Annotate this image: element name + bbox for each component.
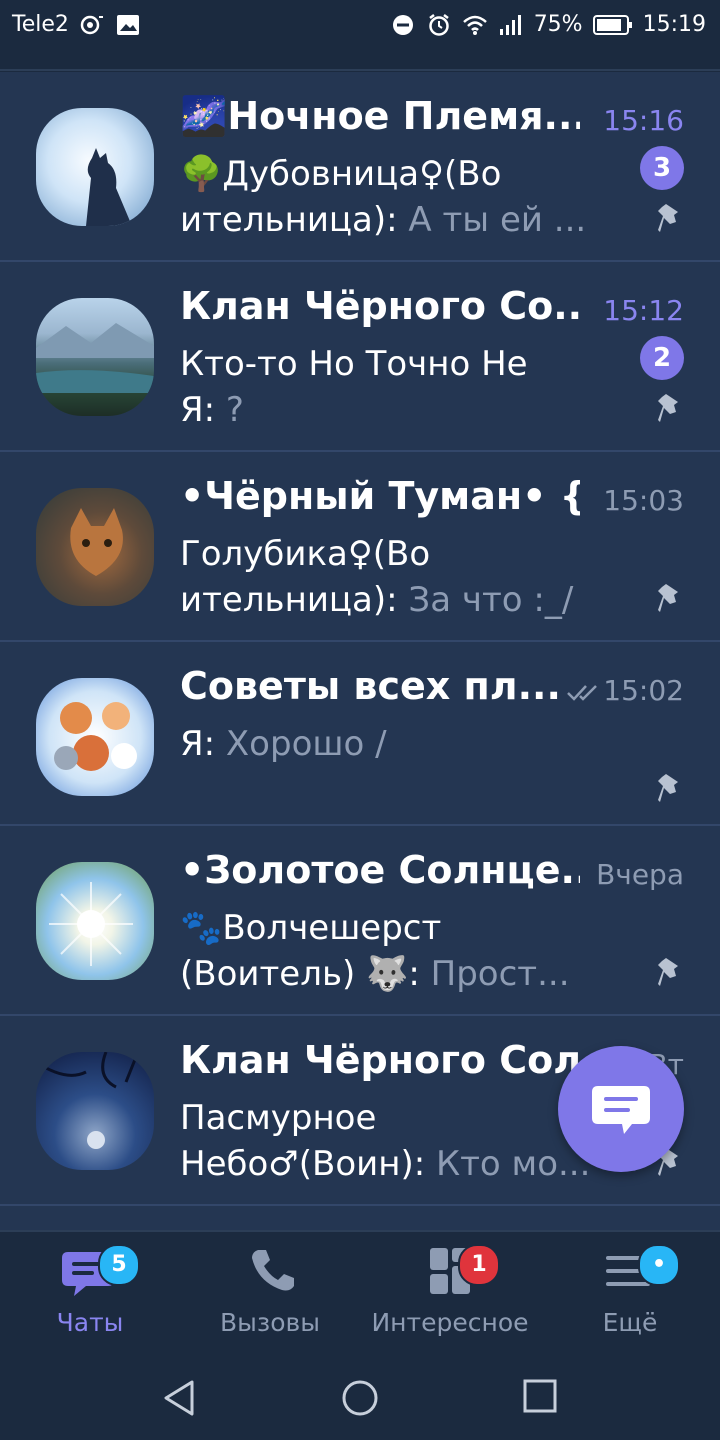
chat-time: Вчера [596, 858, 684, 891]
chat-row-black-sun-clan[interactable]: Клан Чёрного Со... 15:12 Кто-то Но Точно… [0, 262, 720, 452]
new-chat-button[interactable] [558, 1046, 684, 1172]
chat-sender: 🐾Волчешерст [180, 908, 442, 948]
system-navigation-bar [0, 1350, 720, 1440]
cartoon-cats-avatar[interactable] [36, 678, 154, 796]
bottom-navigation: 5 Чаты Вызовы 1 Интересное • Ещё [0, 1230, 720, 1352]
chat-preview: ительница): За что :_/ [180, 580, 600, 620]
chat-message: ? [225, 390, 244, 430]
phone-icon [252, 1250, 294, 1291]
chats-count-badge: 5 [98, 1244, 140, 1286]
cat-avatar[interactable] [36, 488, 154, 606]
chat-message: Хорошо / [225, 724, 387, 764]
chat-row-councils[interactable]: Советы всех пл... 15:02 Я: Хорошо / [0, 642, 720, 826]
chat-preview: Я: Хорошо / [180, 724, 600, 764]
chat-sender: Голубика♀(Во [180, 534, 431, 574]
tab-label: Вызовы [220, 1308, 320, 1337]
back-icon[interactable] [160, 1378, 200, 1418]
chat-sender: Пасмурное [180, 1098, 377, 1138]
chat-row-golden-sun[interactable]: •Золотое Солнце... Вчера 🐾Волчешерст (Во… [0, 826, 720, 1016]
chat-preview: ительница): А ты ей ... [180, 200, 600, 240]
moon-cat-avatar[interactable] [36, 108, 154, 226]
tab-explore[interactable]: 1 Интересное [360, 1232, 540, 1352]
pin-icon [658, 958, 678, 986]
battery-icon [592, 14, 632, 35]
cat-silhouette-icon [86, 148, 132, 226]
moon-icon [36, 1052, 138, 1149]
chat-message: Прост... [430, 954, 570, 994]
chat-sender: Кто-то Но Точно Не [180, 344, 528, 384]
chat-row-black-mist[interactable]: •Чёрный Туман• {... 15:03 Голубика♀(Во и… [0, 452, 720, 642]
chat-sender: Я: [180, 724, 226, 764]
chat-row-night-tribe[interactable]: 🌌Ночное Племя... 15:16 🌳Дубовница♀(Во ит… [0, 72, 720, 262]
chat-title: •Чёрный Туман• {... [180, 474, 580, 518]
clock: 15:19 [642, 12, 706, 37]
chat-preview: (Воитель) 🐺: Прост... [180, 954, 600, 994]
gallery-icon [116, 14, 139, 35]
battery-percent: 75% [533, 12, 583, 37]
alarm-icon [428, 13, 449, 36]
tab-chats[interactable]: 5 Чаты [0, 1232, 180, 1352]
chat-sender: 🌳Дубовница♀(Во [180, 154, 502, 194]
sunny-tree-avatar[interactable] [36, 862, 154, 980]
pin-icon [658, 204, 678, 232]
chat-time: 15:03 [603, 484, 684, 517]
tab-label: Интересное [371, 1308, 529, 1337]
chat-title: 🌌Ночное Племя... [180, 94, 580, 138]
unread-badge: 3 [640, 146, 684, 190]
recents-icon[interactable] [522, 1378, 558, 1414]
compose-icon [592, 1086, 650, 1134]
status-bar: Tele2 75% 15:19 [0, 0, 720, 71]
tab-label: Ещё [602, 1308, 658, 1337]
chat-time: 15:12 [603, 294, 684, 327]
pin-icon [658, 394, 678, 422]
carrier-label: Tele2 [12, 12, 69, 37]
mountain-lake-avatar[interactable] [36, 298, 154, 416]
chat-title: Клан Чёрного Со... [180, 284, 580, 328]
tab-label: Чаты [56, 1308, 124, 1337]
chat-message: А ты ей ... [408, 200, 587, 240]
pin-icon [658, 584, 678, 612]
chat-sender-cont: ительница): [180, 580, 409, 620]
chat-preview: Я: ? [180, 390, 600, 430]
chat-time: 15:16 [603, 104, 684, 137]
chat-title: •Золотое Солнце... [180, 848, 580, 892]
chat-message: За что :_/ [408, 580, 574, 620]
cat-face-icon [70, 508, 123, 576]
nfc-icon [80, 15, 103, 34]
unread-badge: 2 [640, 336, 684, 380]
status-divider [0, 69, 720, 71]
tab-more[interactable]: • Ещё [540, 1232, 720, 1352]
tab-calls[interactable]: Вызовы [180, 1232, 360, 1352]
do-not-disturb-icon [392, 14, 413, 35]
chat-preview: Небо♂(Воин): Кто мо... [180, 1144, 600, 1184]
mountain-icon [36, 323, 154, 393]
chat-sender-cont: Я: [180, 390, 226, 430]
pin-icon [658, 774, 678, 802]
chat-title: Советы всех пл... [180, 664, 561, 708]
wifi-icon [462, 15, 487, 35]
explore-count-badge: 1 [458, 1244, 500, 1286]
chat-title: Клан Чёрного Солн [180, 1038, 580, 1082]
chat-sender-cont: ительница): [180, 200, 409, 240]
cartoon-cats-icon [54, 702, 137, 771]
chat-sender-cont: (Воитель) 🐺: [180, 954, 431, 994]
chat-row-partial[interactable] [0, 1206, 720, 1230]
home-icon[interactable] [340, 1378, 380, 1418]
night-moon-avatar[interactable] [36, 1052, 154, 1170]
chat-time: 15:02 [603, 674, 684, 707]
signal-icon [499, 14, 521, 35]
chat-sender-cont: Небо♂(Воин): [180, 1144, 436, 1184]
sun-icon [49, 882, 133, 966]
double-check-icon [567, 685, 597, 701]
more-dot-badge: • [638, 1244, 680, 1286]
